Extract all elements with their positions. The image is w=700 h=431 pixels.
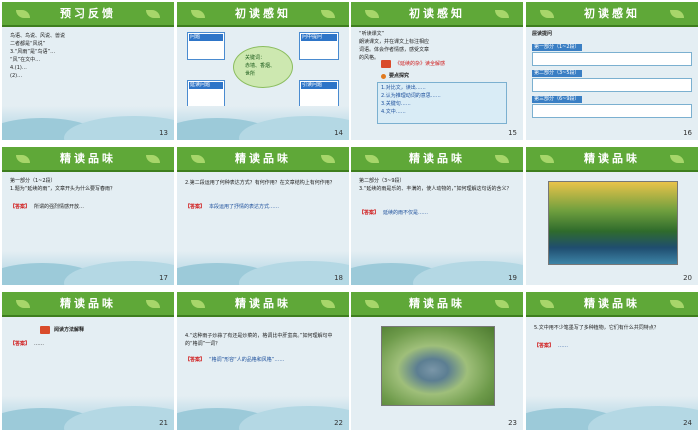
slide-number: 20: [683, 274, 692, 282]
slide-number: 13: [159, 129, 168, 137]
slide-thumb-24[interactable]: 精读品味 5.文中用不少笔墨写了多种植物，它们有什么共同特点？ 【答案】 …… …: [526, 292, 698, 430]
slide-answer: 所谓的强烈情感开放…: [34, 204, 85, 210]
slide-number: 22: [334, 419, 343, 427]
slide-title: 精读品味: [235, 297, 291, 310]
painting-image: [548, 181, 678, 265]
slide-thumb-17[interactable]: 精读品味 第一部分（1~2段） 1.题为“延续的雨”，文章开头为什么要写春雨？ …: [2, 147, 174, 285]
slide-answer: 本段运用了抒情的表达方式……: [209, 204, 280, 210]
slide-thumb-13[interactable]: 预习反馈 鸟语、鸟说、风说、兽说 二者都是“风说” 3.“风雨”是“鸟语”… “…: [2, 2, 174, 140]
slide-tag: 《延续的杂》读全解感: [395, 61, 446, 67]
tag-guide: 引读问题: [299, 80, 339, 108]
slide-thumb-21[interactable]: 精读品味 阅读方法解释 【答案】 …… 21: [2, 292, 174, 430]
slide-body: 鸟语、鸟说、风说、兽说 二者都是“风说” 3.“风雨”是“鸟语”… “风”在文中…: [10, 33, 66, 79]
slide-thumb-23[interactable]: 精读品味 23: [351, 292, 523, 430]
slide-thumb-16[interactable]: 初读感知 层读提问 第一部分（1~2段） 第二部分（3~5段） 第三部分（6~9…: [526, 2, 698, 140]
book-icon: [40, 326, 50, 334]
answer-label: 【答案】: [185, 357, 206, 363]
part-1: 第一部分（1~2段）: [532, 44, 582, 51]
slide-title: 初读感知: [409, 7, 465, 20]
answer-label: 【答案】: [10, 204, 31, 210]
slide-title: 精读品味: [60, 152, 116, 165]
slide-number: 14: [334, 129, 343, 137]
slide-question: 第二部分（3~9段） 3.“延续的雨是乐的、丰满的，使人动物的，”如何理解这句话…: [359, 178, 512, 192]
slide-title: 精读品味: [60, 297, 116, 310]
part-2: 第二部分（3~5段）: [532, 70, 582, 77]
slide-title: 精读品味: [584, 297, 640, 310]
mushroom-image: [381, 326, 495, 406]
slide-number: 18: [334, 274, 343, 282]
answer-label: 【答案】: [534, 343, 555, 349]
slide-title: 精读品味: [584, 152, 640, 165]
tag-extend: 延读问题: [187, 80, 225, 108]
slide-title: 预习反馈: [60, 7, 116, 20]
slide-answer: ……: [34, 341, 44, 347]
tag-question: 问题: [187, 32, 225, 60]
slide-question: 第一部分（1~2段） 1.题为“延续的雨”，文章开头为什么要写春雨？: [10, 178, 115, 192]
method-tag: 阅读方法解释: [54, 327, 85, 333]
slide-number: 21: [159, 419, 168, 427]
slide-question: 2.第二段运用了何种表达方式？有何作用？在文章结构上有何作用？: [185, 180, 335, 186]
slide-number: 19: [508, 274, 517, 282]
slide-number: 24: [683, 419, 692, 427]
slide-title: 初读感知: [235, 7, 291, 20]
slide-title: 精读品味: [235, 152, 291, 165]
slide-thumb-22[interactable]: 精读品味 4.“这种雨子炒蒜了有还是炒菜的，格调比中肝蛮高。”如何理解句中的“格…: [177, 292, 349, 430]
answer-label: 【答案】: [359, 210, 380, 216]
slide-thumb-19[interactable]: 精读品味 第二部分（3~9段） 3.“延续的雨是乐的、丰满的，使人动物的，”如何…: [351, 147, 523, 285]
slide-thumb-15[interactable]: 初读感知 “听读课文” 朗读课文，并在课文上标注相应 词语。体会作者情感，感受文…: [351, 2, 523, 140]
slide-title: 精读品味: [409, 297, 465, 310]
slide-question: 5.文中用不少笔墨写了多种植物，它们有什么共同特点？: [534, 325, 659, 331]
slide-answer: 延续的雨不仅是……: [383, 210, 429, 216]
slide-number: 23: [508, 419, 517, 427]
slide-sub: 要点探究: [389, 73, 410, 79]
tag-ask: 问中提问: [299, 32, 339, 60]
slide-question: 4.“这种雨子炒蒜了有还是炒菜的，格调比中肝蛮高。”如何理解句中的“格调”一词？: [185, 333, 333, 347]
answer-label: 【答案】: [10, 341, 31, 347]
book-icon: [381, 60, 391, 68]
slide-thumb-20[interactable]: 精读品味 20: [526, 147, 698, 285]
slide-thumb-18[interactable]: 精读品味 2.第二段运用了何种表达方式？有何作用？在文章结构上有何作用？ 【答案…: [177, 147, 349, 285]
cloud-text: 关键词： 赤墙、香烟、 世所: [245, 55, 276, 77]
slide-answer: “格调”形容“人的品格和风格”……: [209, 357, 285, 363]
slide-thumb-14[interactable]: 初读感知 关键词： 赤墙、香烟、 世所 问题 延读问题 问中提问 引读问题 14: [177, 2, 349, 140]
slide-title: 精读品味: [409, 152, 465, 165]
slide-number: 15: [508, 129, 517, 137]
slide-header: 预习反馈: [2, 2, 174, 27]
section-label: 层读提问: [532, 31, 553, 37]
slide-intro: “听读课文” 朗读课文，并在课文上标注相应 词语。体会作者情感，感受文章 的风格…: [359, 31, 430, 61]
answer-label: 【答案】: [185, 204, 206, 210]
slide-number: 16: [683, 129, 692, 137]
slide-title: 初读感知: [584, 7, 640, 20]
slide-answer: ……: [558, 343, 568, 349]
slide-points: 1.对比文，读出…… 2.认为推理动词的意思…… 3.关键句…… 4.文中……: [381, 85, 441, 115]
part-3: 第三部分（6~9段）: [532, 96, 582, 103]
bullet-icon: [381, 74, 386, 79]
slide-number: 17: [159, 274, 168, 282]
